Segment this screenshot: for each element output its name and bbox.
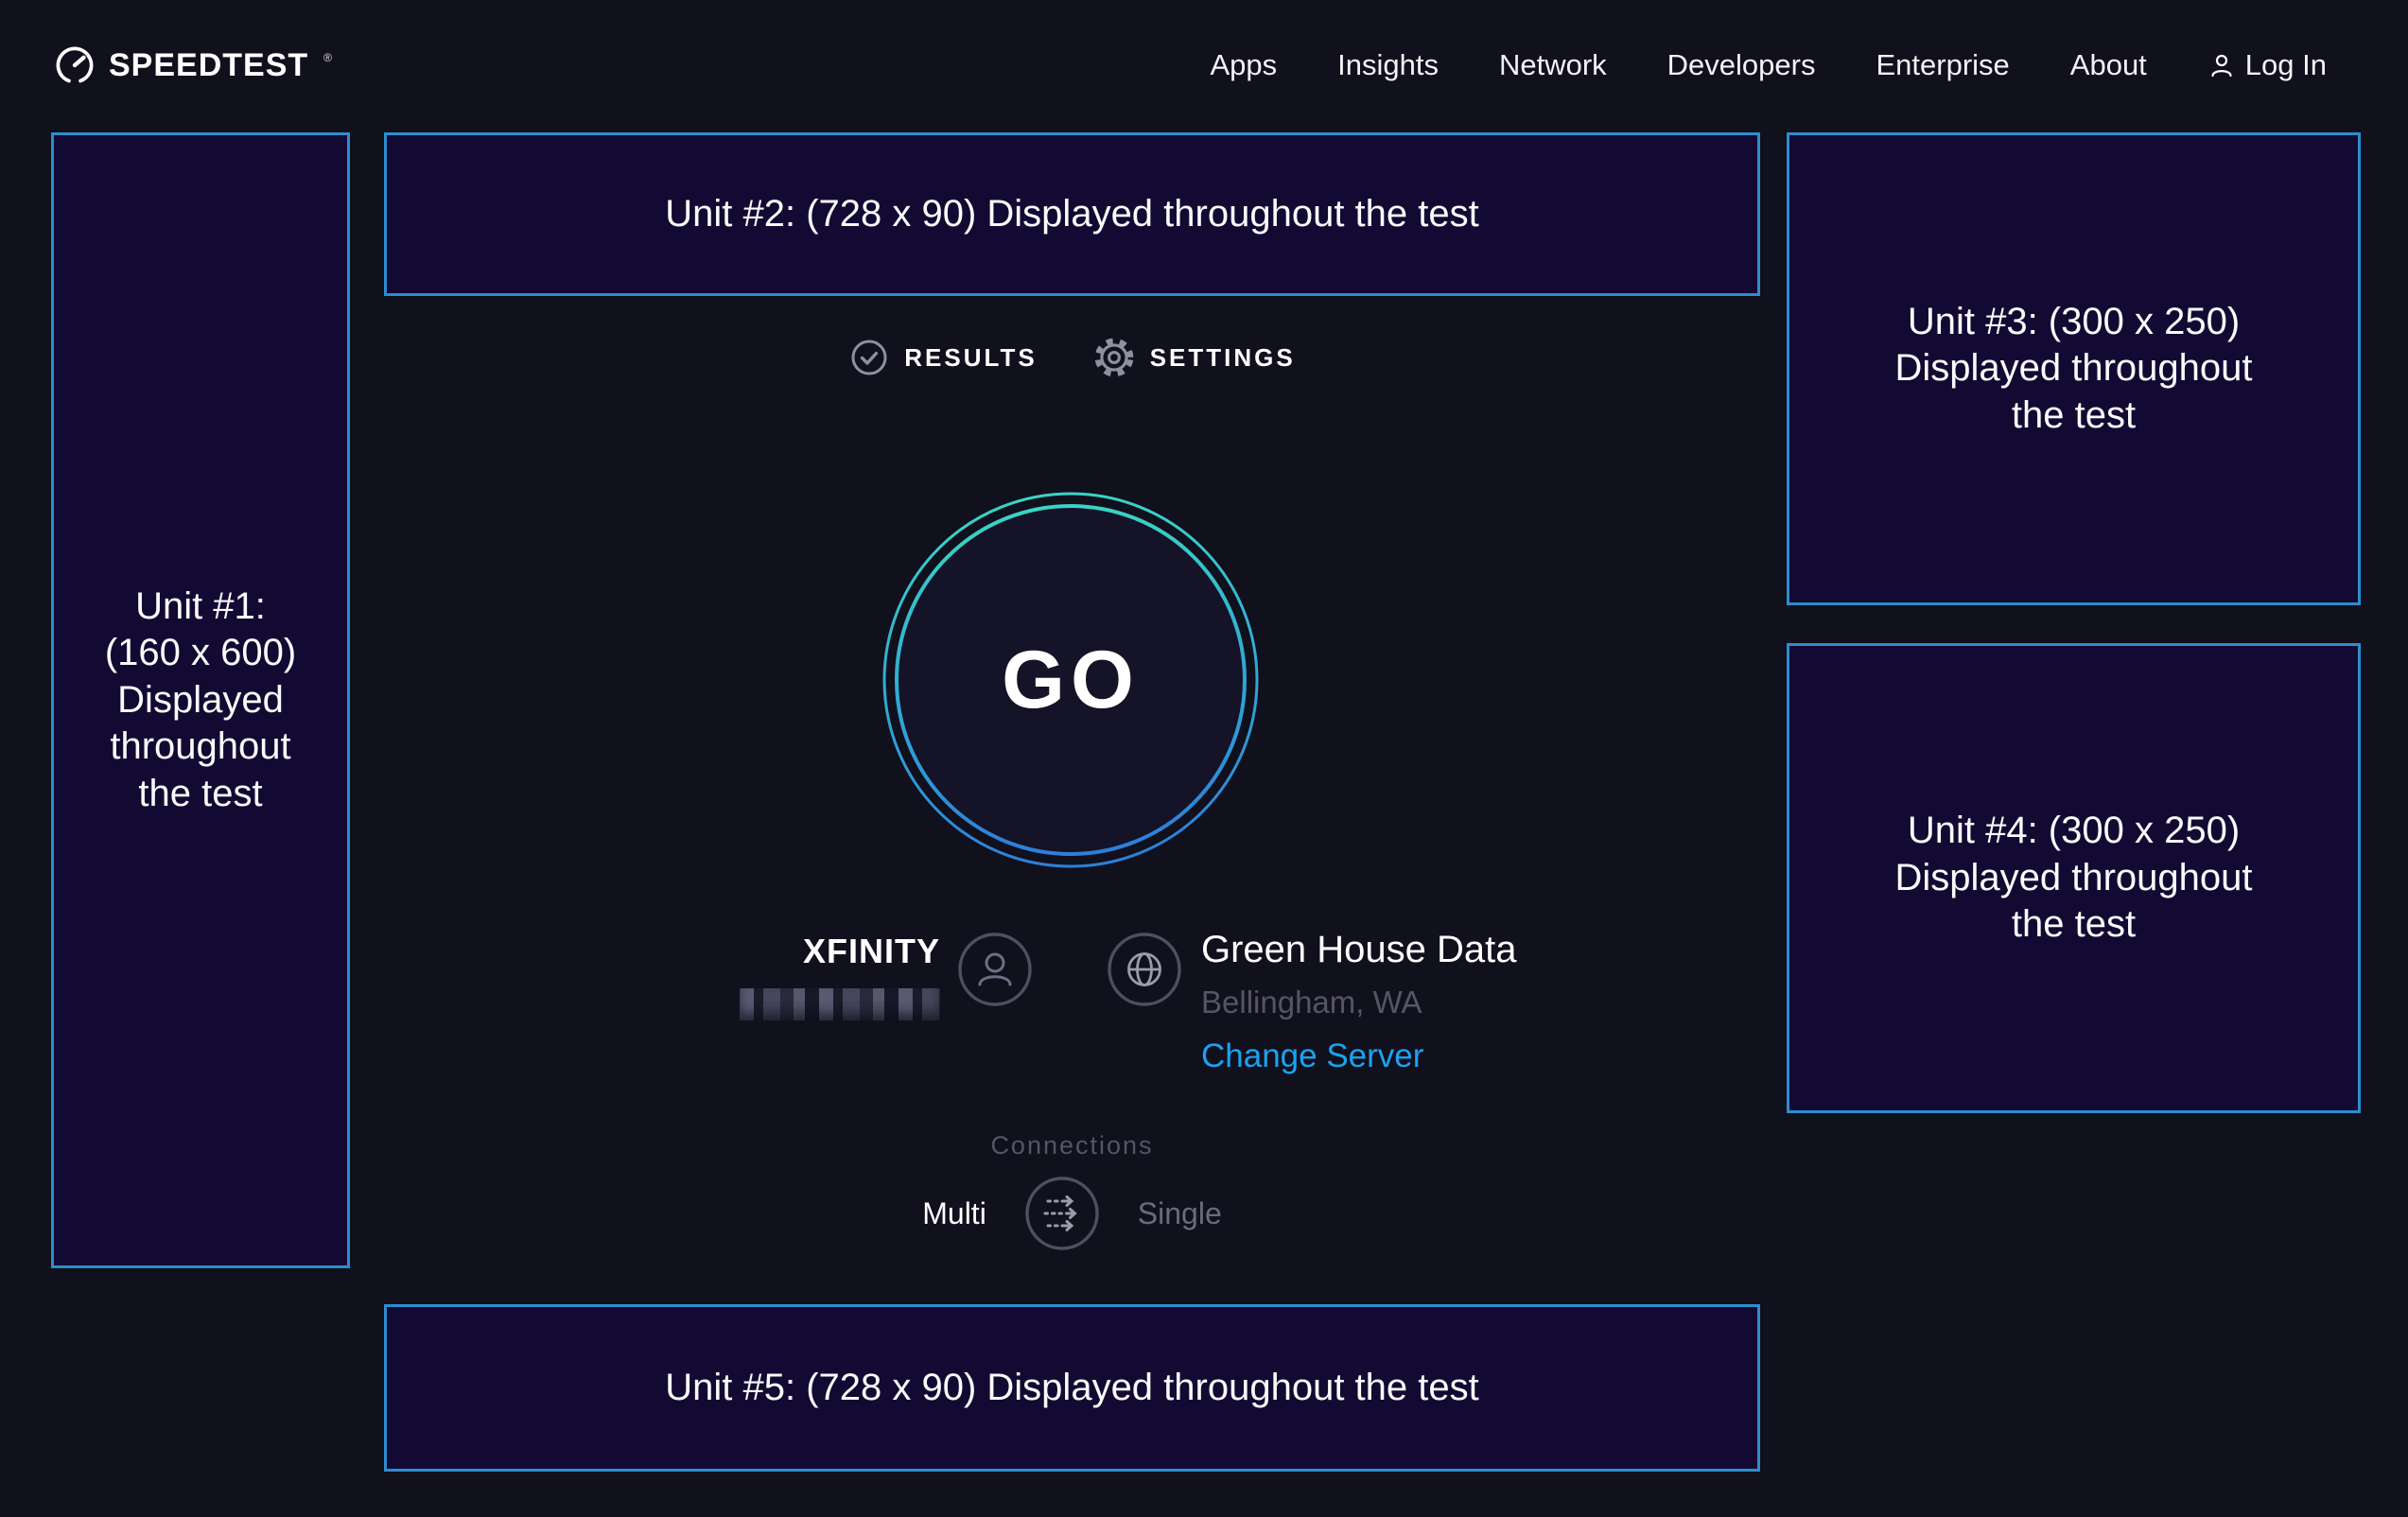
logo-text: SPEEDTEST: [109, 47, 308, 84]
nav-item-network[interactable]: Network: [1499, 48, 1607, 82]
go-button[interactable]: GO: [872, 481, 1269, 879]
isp-user-icon: [957, 932, 1033, 1007]
nav-item-about[interactable]: About: [2070, 48, 2147, 82]
isp-name: XFINITY: [605, 932, 940, 971]
top-nav: SPEEDTEST ® Apps Insights Network Develo…: [0, 0, 2408, 131]
logo[interactable]: SPEEDTEST ®: [54, 44, 330, 86]
redacted-ip-text: [740, 988, 940, 1020]
check-circle-icon: [848, 337, 890, 378]
connections-toggle-icon[interactable]: [1024, 1176, 1100, 1251]
ad-unit-1-text: Unit #1: (160 x 600) Displayed throughou…: [105, 584, 296, 818]
trademark-mark: ®: [323, 51, 332, 64]
nav-item-apps[interactable]: Apps: [1210, 48, 1277, 82]
connections-single-option[interactable]: Single: [1138, 1196, 1222, 1231]
ad-unit-4-text: Unit #4: (300 x 250) Displayed throughou…: [1894, 808, 2252, 949]
tab-results[interactable]: RESULTS: [848, 336, 1037, 379]
nav-item-enterprise[interactable]: Enterprise: [1876, 48, 2009, 82]
change-server-link[interactable]: Change Server: [1201, 1037, 1517, 1075]
tab-settings[interactable]: SETTINGS: [1092, 336, 1296, 379]
ad-unit-5-text: Unit #5: (728 x 90) Displayed throughout…: [665, 1365, 1479, 1412]
isp-block: XFINITY: [605, 932, 940, 1025]
ad-unit-5[interactable]: Unit #5: (728 x 90) Displayed throughout…: [384, 1304, 1760, 1472]
speedtest-gauge-icon: [54, 44, 96, 86]
user-icon: [2207, 51, 2236, 79]
nav-list: Apps Insights Network Developers Enterpr…: [1210, 48, 2327, 82]
server-location: Bellingham, WA: [1201, 985, 1517, 1020]
connections-toggle-row: Multi Single: [384, 1176, 1760, 1251]
gear-icon: [1092, 336, 1136, 379]
connections-title: Connections: [384, 1131, 1760, 1160]
server-name: Green House Data: [1201, 929, 1517, 971]
ad-unit-3[interactable]: Unit #3: (300 x 250) Displayed throughou…: [1787, 132, 2361, 605]
login-label: Log In: [2245, 48, 2327, 82]
server-block: Green House Data Bellingham, WA Change S…: [1201, 929, 1517, 1075]
nav-item-insights[interactable]: Insights: [1337, 48, 1439, 82]
ad-unit-3-text: Unit #3: (300 x 250) Displayed throughou…: [1894, 299, 2252, 440]
server-globe-icon: [1107, 932, 1182, 1007]
view-tabs: RESULTS SETTINGS: [384, 336, 1760, 379]
login-button[interactable]: Log In: [2207, 48, 2327, 82]
ad-unit-1[interactable]: Unit #1: (160 x 600) Displayed throughou…: [51, 132, 350, 1268]
speedtest-page: SPEEDTEST ® Apps Insights Network Develo…: [0, 0, 2408, 1517]
tab-results-label: RESULTS: [904, 343, 1037, 373]
tab-settings-label: SETTINGS: [1150, 343, 1296, 373]
connections-multi-option[interactable]: Multi: [922, 1196, 986, 1231]
ad-unit-2-text: Unit #2: (728 x 90) Displayed throughout…: [665, 191, 1479, 238]
ad-unit-2[interactable]: Unit #2: (728 x 90) Displayed throughout…: [384, 132, 1760, 296]
go-button-label: GO: [872, 481, 1269, 879]
nav-item-developers[interactable]: Developers: [1667, 48, 1816, 82]
ad-unit-4[interactable]: Unit #4: (300 x 250) Displayed throughou…: [1787, 643, 2361, 1113]
